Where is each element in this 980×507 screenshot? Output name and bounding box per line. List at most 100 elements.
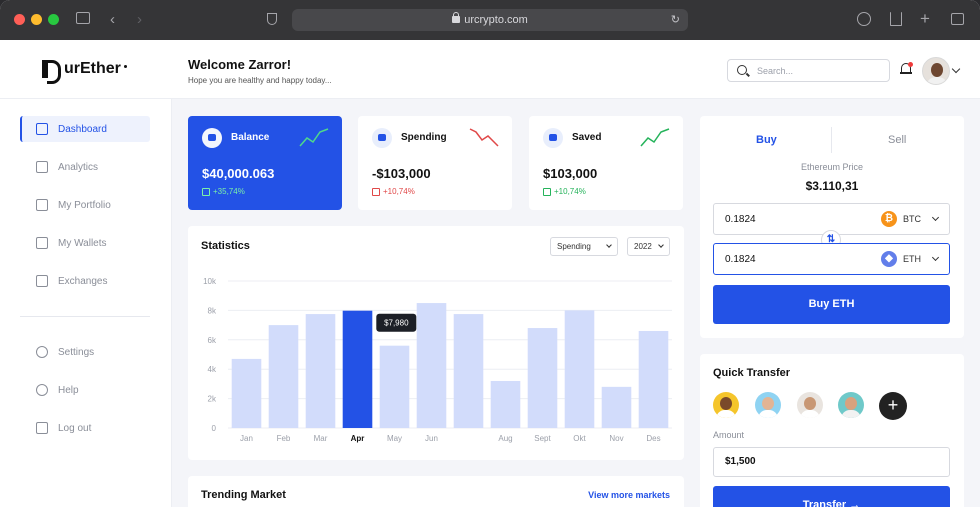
search-icon	[737, 65, 747, 75]
chart-bar[interactable]	[453, 314, 484, 428]
x-tick-label: Okt	[573, 434, 586, 443]
amount-input[interactable]: $1,500	[713, 447, 950, 477]
chart-bar[interactable]	[231, 358, 262, 428]
contact-avatar[interactable]	[713, 392, 739, 418]
back-icon[interactable]: ‹	[110, 12, 115, 27]
page-title: Welcome Zarror!	[188, 57, 292, 72]
sidebar-item-label: Log out	[58, 422, 92, 434]
wallet-icon	[36, 237, 48, 249]
logo[interactable]: urEther	[42, 60, 121, 84]
url-text: urcrypto.com	[464, 14, 528, 26]
trending-title: Trending Market	[201, 489, 286, 501]
transfer-button[interactable]: Transfer →	[713, 486, 950, 507]
chart-bar[interactable]	[305, 314, 336, 428]
portfolio-icon	[36, 199, 48, 211]
to-amount-field[interactable]: 0.1824 ◆ ETH	[713, 243, 950, 275]
price-label: Ethereum Price	[800, 162, 864, 172]
sparkline-down-icon	[469, 128, 499, 147]
chart-bar[interactable]	[342, 310, 373, 428]
to-currency: ETH	[903, 254, 921, 264]
balance-card[interactable]: Balance $40,000.063 +35,74%	[188, 116, 342, 210]
card-label: Balance	[231, 132, 270, 143]
card-change-value: +10,74%	[383, 187, 415, 196]
avatar[interactable]	[922, 57, 950, 85]
sidebar-item-wallets[interactable]: My Wallets	[20, 230, 150, 256]
chart-bar[interactable]	[601, 386, 632, 428]
chart-bar[interactable]	[379, 345, 410, 428]
sidebar-item-help[interactable]: Help	[20, 377, 150, 403]
browser-window: ‹ › urcrypto.com ↻ + urEther Welcome Zar…	[0, 0, 980, 507]
close-window-button[interactable]	[14, 14, 25, 25]
sidebar-item-label: My Portfolio	[58, 199, 111, 211]
chart-bar[interactable]	[268, 325, 299, 428]
forward-icon[interactable]: ›	[137, 12, 142, 27]
tab-divider	[831, 127, 832, 153]
chevron-down-icon[interactable]	[951, 64, 961, 74]
y-tick-label: 0	[212, 424, 217, 433]
sidebar-item-logout[interactable]: Log out	[20, 415, 150, 441]
shield-icon[interactable]	[267, 13, 277, 25]
price-value: $3.110,31	[805, 179, 859, 193]
bitcoin-icon: ₿	[881, 211, 897, 227]
y-tick-label: 2k	[208, 395, 217, 404]
tabs-overview-icon[interactable]	[951, 13, 964, 25]
x-tick-label: Nov	[609, 434, 623, 443]
chart-bar[interactable]	[638, 330, 669, 428]
x-tick-label: Aug	[498, 434, 512, 443]
contact-avatar[interactable]	[797, 392, 823, 418]
tab-sell[interactable]: Sell	[888, 134, 906, 146]
trend-up-icon	[543, 187, 551, 196]
address-bar[interactable]: urcrypto.com ↻	[292, 9, 688, 31]
download-icon[interactable]	[857, 12, 871, 26]
card-change-value: +10,74%	[554, 187, 586, 196]
sidebar-item-settings[interactable]: Settings	[20, 339, 150, 365]
contact-avatar[interactable]	[838, 392, 864, 418]
sidebar-item-portfolio[interactable]: My Portfolio	[20, 192, 150, 218]
spending-card[interactable]: Spending -$103,000 +10,74%	[358, 116, 512, 210]
chart-bar[interactable]	[416, 303, 447, 428]
card-label: Saved	[572, 132, 602, 143]
chart-bar[interactable]	[564, 310, 595, 428]
from-amount: 0.1824	[725, 214, 756, 225]
maximize-window-button[interactable]	[48, 14, 59, 25]
chart-bar[interactable]	[490, 380, 521, 428]
new-tab-icon[interactable]: +	[920, 10, 930, 27]
x-tick-label: May	[387, 434, 402, 443]
card-change-value: +35,74%	[213, 187, 245, 196]
sidebar-item-analytics[interactable]: Analytics	[20, 154, 150, 180]
saved-card[interactable]: Saved $103,000 +10,74%	[529, 116, 683, 210]
info-icon	[36, 384, 48, 396]
to-amount: 0.1824	[725, 254, 756, 265]
chevron-down-icon[interactable]	[931, 213, 940, 222]
tab-buy[interactable]: Buy	[756, 134, 777, 146]
notification-bell-icon[interactable]	[900, 62, 913, 76]
page-subtitle: Hope you are healthy and happy today...	[188, 76, 332, 85]
lock-icon	[452, 12, 461, 23]
share-icon[interactable]	[890, 12, 902, 26]
chart-bar[interactable]	[527, 328, 558, 428]
ethereum-icon: ◆	[881, 251, 897, 267]
search-input[interactable]: Search...	[727, 59, 890, 82]
reload-icon[interactable]: ↻	[671, 9, 680, 31]
exchange-icon	[36, 275, 48, 287]
card-change: +35,74%	[202, 187, 245, 196]
sidebar-item-dashboard[interactable]: Dashboard	[20, 116, 150, 142]
x-tick-label: Mar	[314, 434, 328, 443]
add-contact-button[interactable]: +	[879, 392, 907, 420]
y-tick-label: 8k	[208, 306, 217, 315]
view-more-markets-link[interactable]: View more markets	[588, 490, 670, 500]
sidebar-toggle-icon[interactable]	[76, 12, 90, 24]
analytics-icon	[36, 161, 48, 173]
sidebar-item-exchanges[interactable]: Exchanges	[20, 268, 150, 294]
search-placeholder: Search...	[757, 66, 794, 76]
buy-eth-button[interactable]: Buy ETH	[713, 285, 950, 324]
logo-mark-icon	[42, 60, 61, 84]
x-tick-label: Des	[646, 434, 660, 443]
chevron-down-icon[interactable]	[931, 253, 940, 262]
logout-icon	[36, 422, 48, 434]
trend-down-icon	[372, 187, 380, 196]
gear-icon	[36, 346, 48, 358]
card-label: Spending	[401, 132, 447, 143]
minimize-window-button[interactable]	[31, 14, 42, 25]
contact-avatar[interactable]	[755, 392, 781, 418]
